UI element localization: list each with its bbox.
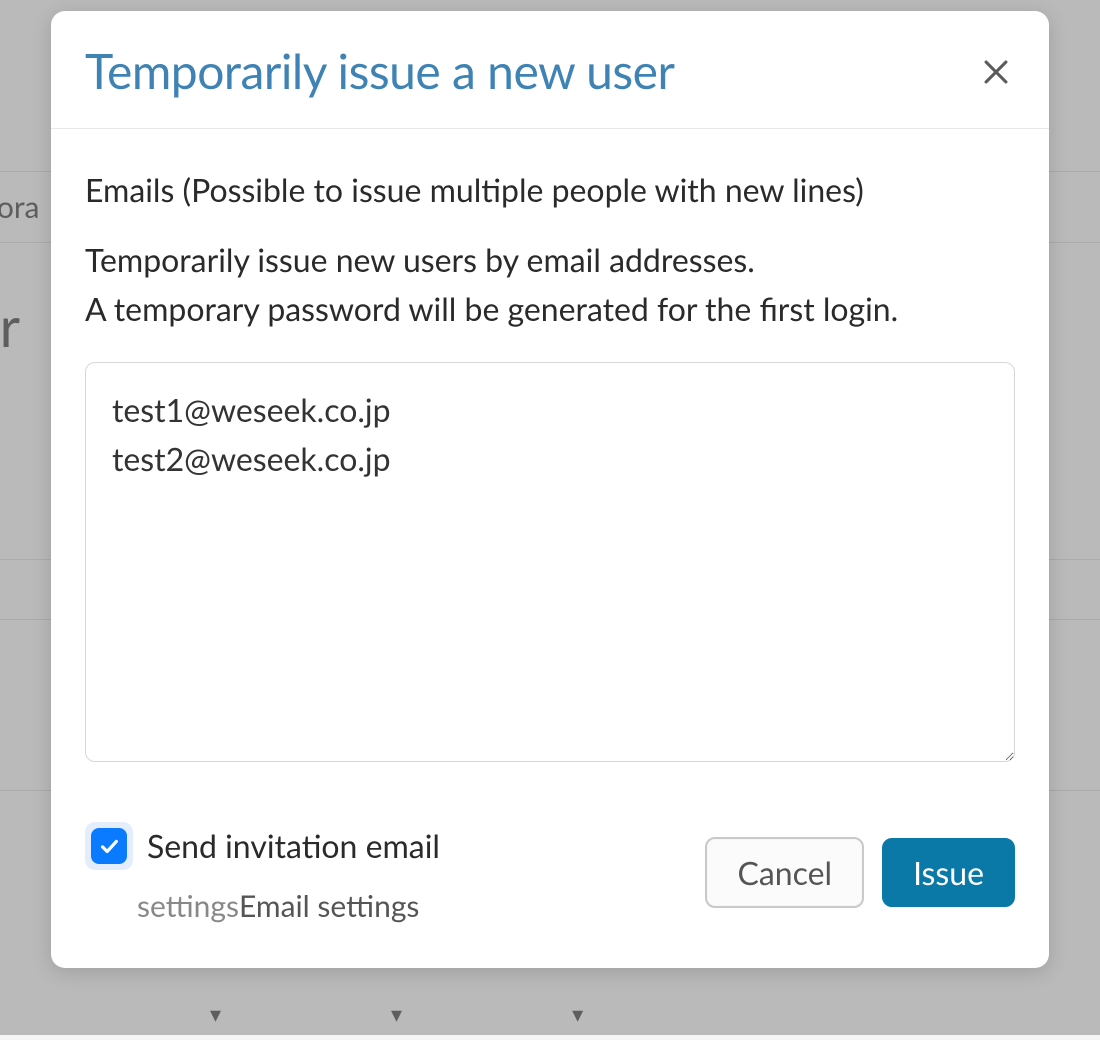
send-invitation-row: Send invitation email (85, 822, 440, 870)
modal-title: Temporarily issue a new user (85, 43, 674, 100)
emails-field-label: Emails (Possible to issue multiple peopl… (85, 169, 1015, 211)
help-text: Temporarily issue new users by email add… (85, 235, 1015, 334)
modal-footer: Send invitation email settings Email set… (51, 786, 1049, 968)
email-settings-row: settings Email settings (85, 888, 440, 924)
issue-button[interactable]: Issue (882, 838, 1015, 907)
close-icon[interactable] (977, 53, 1015, 91)
issue-user-modal: Temporarily issue a new user Emails (Pos… (51, 11, 1049, 968)
settings-prefix: settings (137, 888, 239, 924)
modal-body: Emails (Possible to issue multiple peopl… (51, 129, 1049, 786)
modal-header: Temporarily issue a new user (51, 11, 1049, 129)
send-invitation-checkbox[interactable] (91, 828, 127, 864)
send-invitation-label: Send invitation email (147, 826, 440, 865)
emails-textarea[interactable] (85, 362, 1015, 762)
email-settings-link[interactable]: Email settings (239, 888, 419, 924)
modal-overlay: Temporarily issue a new user Emails (Pos… (0, 0, 1100, 1035)
cancel-button[interactable]: Cancel (705, 837, 864, 908)
